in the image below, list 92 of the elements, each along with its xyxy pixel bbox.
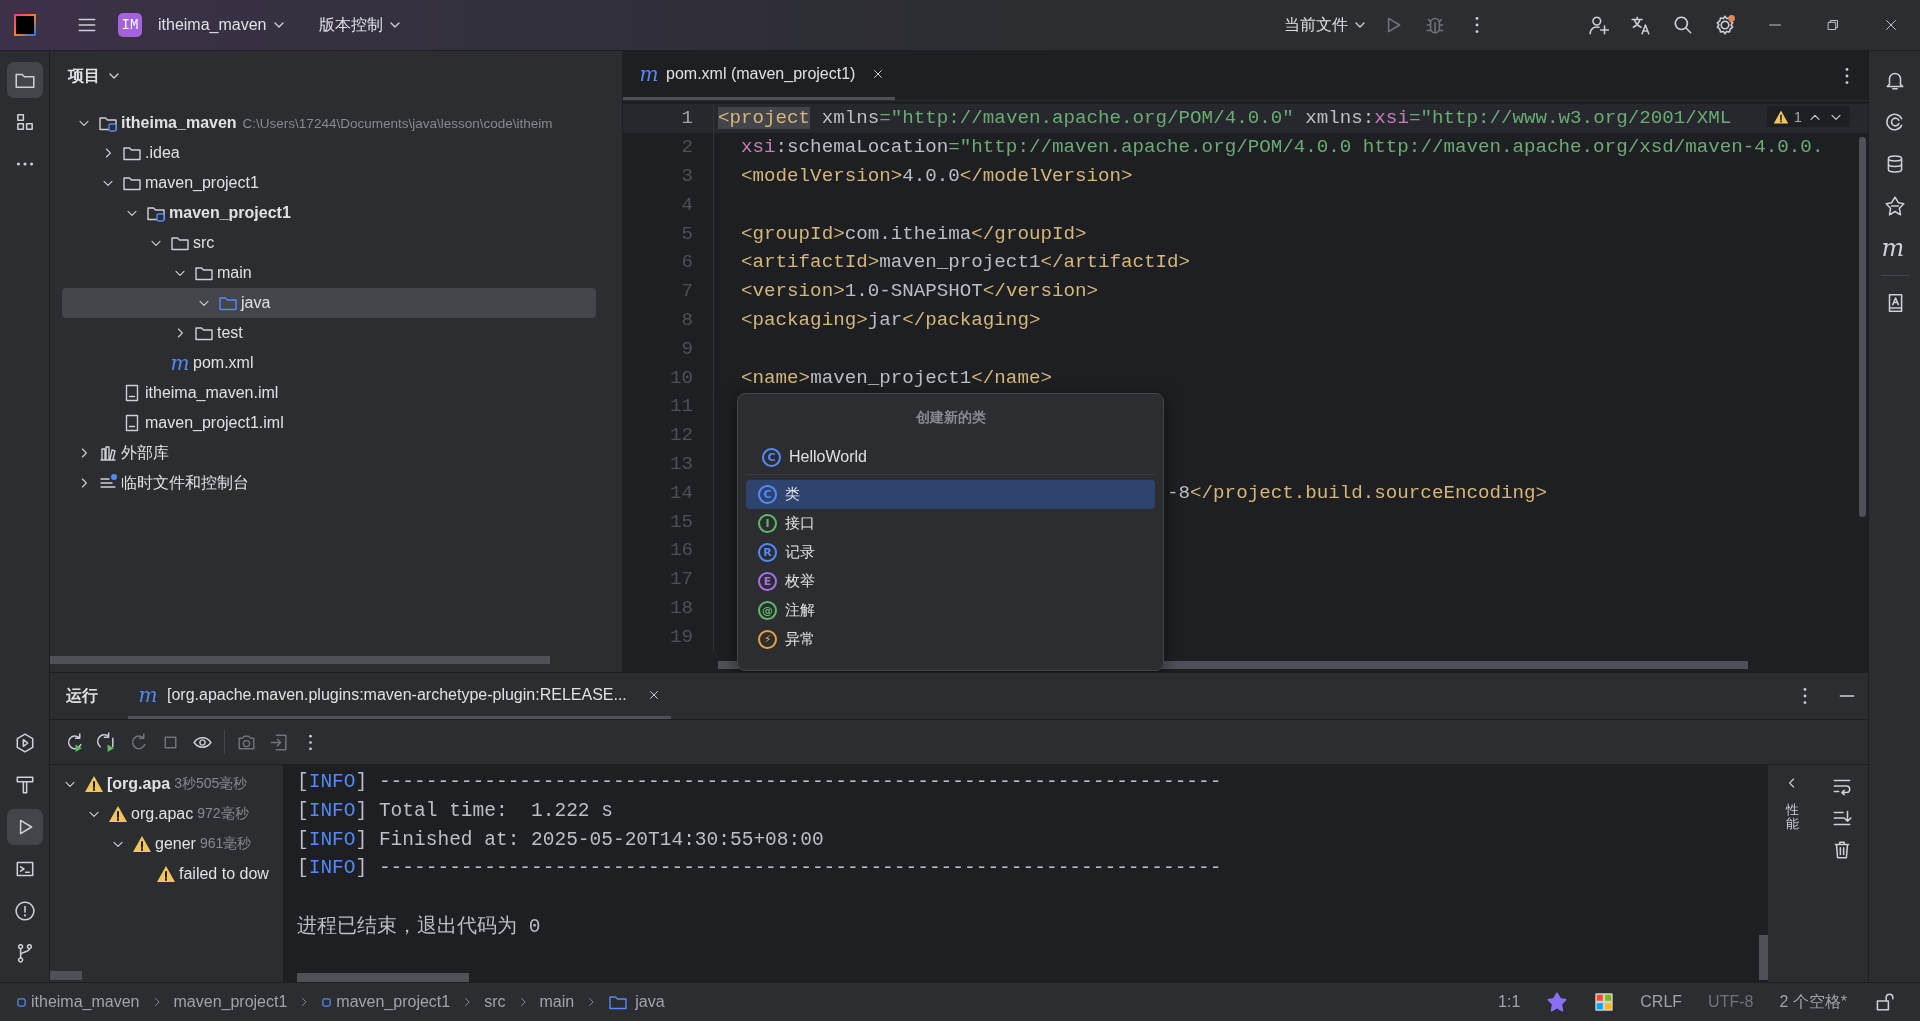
- type-icon: ⚡: [758, 630, 777, 649]
- tree-item[interactable]: maven_project1.iml: [62, 408, 596, 438]
- settings-icon[interactable]: [1714, 14, 1736, 36]
- project-panel-title[interactable]: 项目: [62, 64, 126, 88]
- popup-item[interactable]: E 枚举: [746, 567, 1155, 596]
- warning-icon: [132, 834, 152, 854]
- warning-icon: [1772, 108, 1789, 125]
- popup-item[interactable]: ⚡ 异常: [746, 625, 1155, 654]
- project-badge: IM: [118, 13, 142, 37]
- project-menu[interactable]: itheima_maven: [152, 12, 291, 38]
- scrollbar[interactable]: [1859, 137, 1866, 517]
- tree-item[interactable]: 外部库: [62, 438, 596, 468]
- module-icon: [321, 996, 333, 1008]
- console-line: [INFO] Total time: 1.222 s: [297, 800, 613, 823]
- code-line: <groupId>com.itheima</groupId>: [740, 222, 1087, 245]
- type-icon: C: [758, 485, 777, 504]
- type-icon: R: [758, 543, 777, 562]
- warning-icon: [108, 804, 128, 824]
- library-icon: [98, 443, 118, 463]
- run-tree-item[interactable]: gener 961毫秒: [50, 829, 283, 859]
- breadcrumb[interactable]: maven_project1: [321, 993, 451, 1011]
- line-number: 1: [680, 107, 694, 130]
- type-icon: @: [758, 601, 777, 620]
- breadcrumb[interactable]: java: [608, 992, 665, 1012]
- popup-title: 创建新的类: [914, 409, 987, 427]
- code-line: <name>maven_project1</name>: [740, 366, 1052, 389]
- rerun-failed-icon[interactable]: [96, 731, 117, 753]
- tree-item[interactable]: .idea: [62, 138, 596, 168]
- warning-icon: [84, 774, 104, 794]
- maven-icon[interactable]: m: [1875, 230, 1911, 266]
- maven-icon: m: [138, 684, 158, 705]
- tree-item[interactable]: maven_project1: [62, 198, 596, 228]
- run-tab[interactable]: m [org.apache.maven.plugins:maven-archetype-plugin:RELEASE...: [128, 673, 671, 719]
- run-tree-item[interactable]: failed to dow: [50, 859, 283, 889]
- tree-item[interactable]: maven_project1: [62, 168, 596, 198]
- code-line: <packaging>jar</packaging>: [740, 308, 1041, 331]
- tree-item[interactable]: 临时文件和控制台: [62, 468, 596, 498]
- add-user-icon[interactable]: [1588, 14, 1610, 36]
- scrollbar[interactable]: [1759, 935, 1768, 980]
- run-panel-title: 运行: [66, 685, 98, 706]
- type-icon: E: [758, 572, 777, 591]
- scrollbar[interactable]: [297, 973, 469, 982]
- maven-icon: m: [639, 64, 659, 84]
- scrollbar[interactable]: [50, 656, 550, 664]
- code-line: <project xmlns="http://maven.apache.org/POM/4.0.0" xmlns:xsi="http://www.w3.org/2001/XML: [718, 107, 1732, 130]
- module-icon: [16, 996, 27, 1008]
- inspection-widget[interactable]: 1: [1766, 106, 1850, 127]
- run-tree-item[interactable]: org.apac 972毫秒: [50, 799, 283, 829]
- translate-icon[interactable]: [1630, 14, 1652, 36]
- vcs-menu[interactable]: 版本控制: [312, 10, 407, 40]
- warning-icon: [156, 864, 176, 884]
- popup-item[interactable]: R 记录: [746, 538, 1155, 567]
- sparkle-icon[interactable]: [1546, 991, 1569, 1013]
- windows-icon[interactable]: [1594, 992, 1615, 1012]
- indent-setting[interactable]: 2 个空格*: [1779, 991, 1847, 1013]
- popup-item[interactable]: I 接口: [746, 509, 1155, 538]
- console-line: [INFO] ------------------------------------------------------------------------: [297, 857, 1222, 880]
- popup-item[interactable]: C 类: [746, 480, 1155, 509]
- breadcrumb[interactable]: main: [539, 993, 575, 1011]
- code-line: <version>1.0-SNAPSHOT</version>: [740, 280, 1098, 303]
- run-tree-item[interactable]: [org.apa 3秒505毫秒: [50, 769, 283, 799]
- caret-position[interactable]: 1:1: [1498, 993, 1521, 1011]
- tree-item[interactable]: itheima_maven.iml: [62, 378, 596, 408]
- breadcrumb[interactable]: itheima_maven: [16, 993, 140, 1011]
- breadcrumb[interactable]: maven_project1: [173, 993, 288, 1011]
- tree-item[interactable]: java: [62, 288, 596, 318]
- tree-item[interactable]: itheima_maven C:\Users\17244\Documents\java\lesson\code\itheim: [62, 108, 596, 138]
- search-icon[interactable]: [1672, 14, 1694, 36]
- console-line: [INFO] Finished at: 2025-05-20T14:30:55+08:00: [297, 828, 824, 851]
- maven-icon: m: [170, 353, 190, 373]
- type-icon: I: [758, 514, 777, 533]
- app-logo-icon[interactable]: [14, 14, 36, 36]
- popup-item[interactable]: @ 注解: [746, 596, 1155, 625]
- code-line: <artifactId>maven_project1</artifactId>: [740, 251, 1191, 274]
- class-name-field[interactable]: C HelloWorld: [746, 440, 1155, 475]
- run-config-menu[interactable]: 当前文件: [1278, 10, 1372, 40]
- tree-item[interactable]: test: [62, 318, 596, 348]
- console-line: 进程已结束，退出代码为 0: [297, 914, 541, 940]
- line-separator[interactable]: CRLF: [1640, 993, 1683, 1011]
- performance-tab[interactable]: 性能: [1785, 803, 1799, 832]
- console-line: [INFO] ------------------------------------------------------------------------: [297, 771, 1222, 794]
- code-line: -8</project.build.sourceEncoding>: [1167, 481, 1548, 504]
- editor-tab[interactable]: m pom.xml (maven_project1): [623, 51, 896, 100]
- tree-item[interactable]: main: [62, 258, 596, 288]
- class-icon: C: [762, 447, 781, 467]
- breadcrumb[interactable]: src: [484, 993, 506, 1011]
- code-line: <modelVersion>4.0.0</modelVersion>: [740, 165, 1133, 187]
- folder-icon[interactable]: [6, 62, 43, 98]
- code-line: xsi:schemaLocation="http://maven.apache.org/POM/4.0.0 http://maven.apache.org/xsd/maven-4.0.0.: [740, 136, 1824, 159]
- scrollbar[interactable]: [50, 971, 82, 980]
- tree-item[interactable]: src: [62, 228, 596, 258]
- run-icon[interactable]: [6, 809, 43, 845]
